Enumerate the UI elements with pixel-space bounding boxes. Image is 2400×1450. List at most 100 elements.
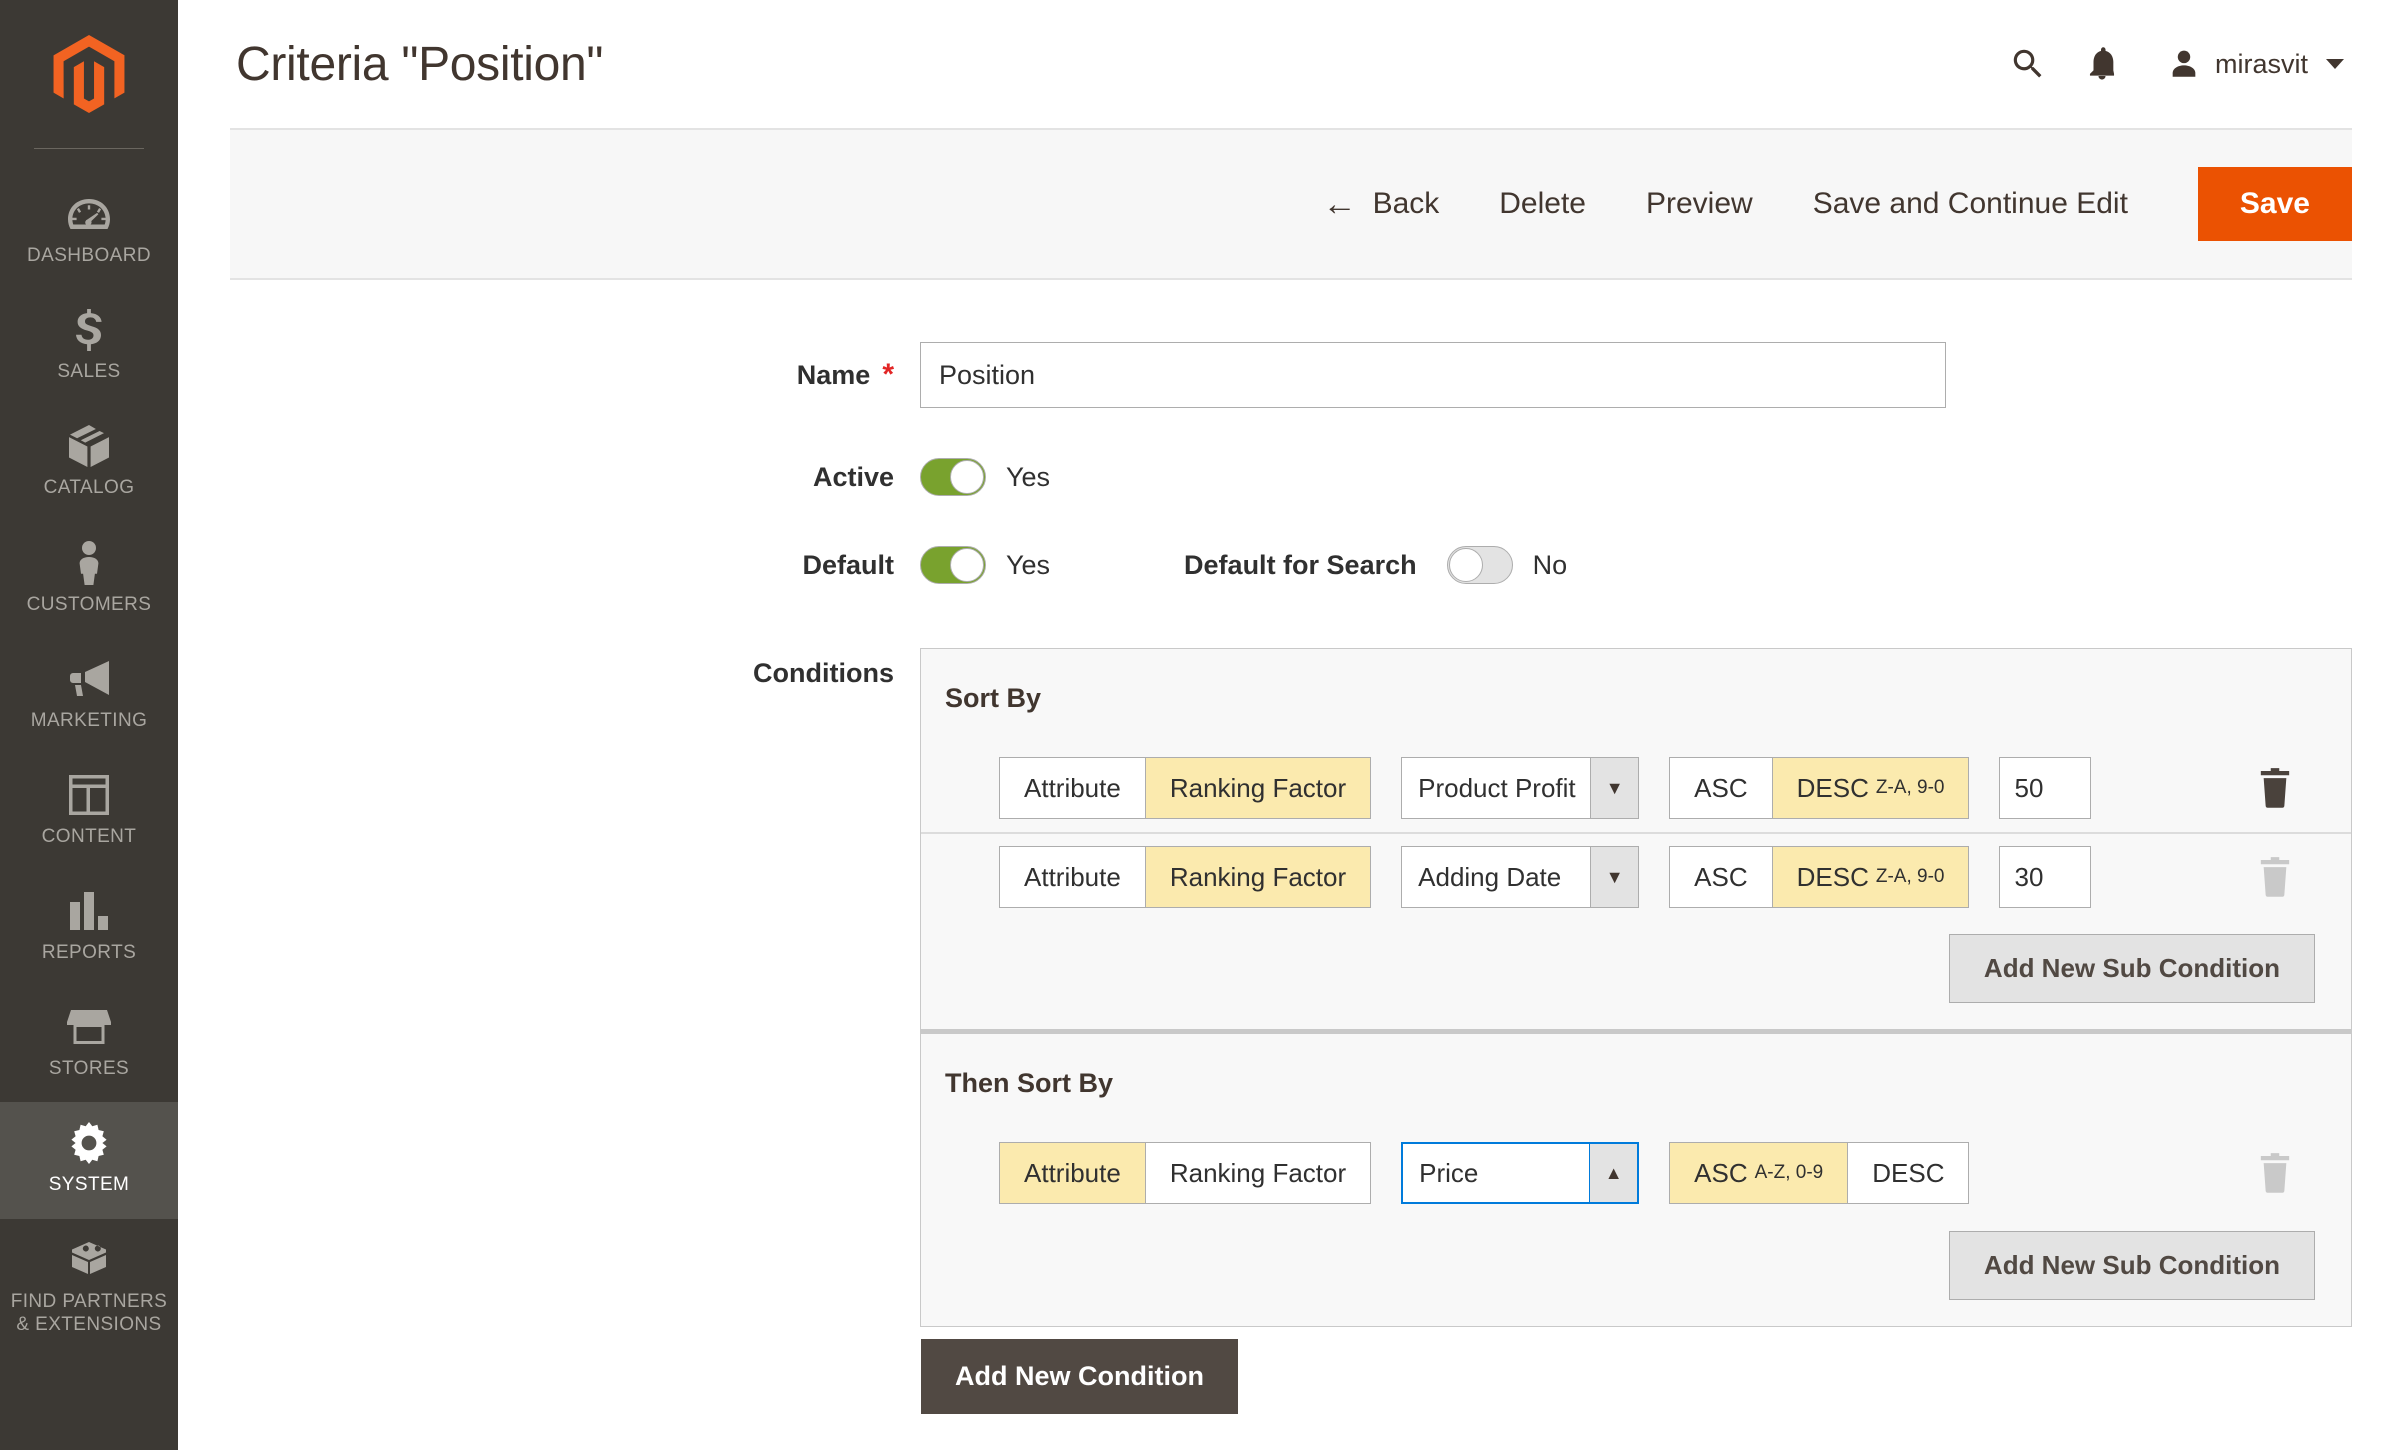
- default-field-label: Default: [178, 550, 920, 581]
- sidebar-item-stores[interactable]: STORES: [0, 986, 178, 1102]
- sidebar-divider: [34, 148, 144, 149]
- add-new-condition-button[interactable]: Add New Condition: [921, 1339, 1238, 1414]
- active-field-row: Active Yes: [178, 458, 2352, 496]
- condition-section-then-sort-by: Then Sort By Attribute Ranking Factor Pr…: [921, 1029, 2351, 1326]
- field-select-value: Product Profit: [1402, 758, 1590, 818]
- direction-option-desc-hint: Z-A, 9-0: [1876, 777, 1945, 799]
- direction-option-asc-hint: A-Z, 0-9: [1755, 1162, 1824, 1184]
- mode-option-ranking-factor[interactable]: Ranking Factor: [1145, 758, 1370, 818]
- sidebar-item-label: CONTENT: [42, 825, 137, 848]
- mode-option-attribute[interactable]: Attribute: [1000, 847, 1145, 907]
- direction-option-asc[interactable]: ASC A-Z, 0-9: [1670, 1143, 1847, 1203]
- sidebar-item-customers[interactable]: CUSTOMERS: [0, 522, 178, 638]
- default-for-search-state: No: [1533, 550, 1568, 581]
- name-field-row: Name *: [178, 342, 2352, 408]
- active-toggle[interactable]: [920, 458, 986, 496]
- condition-row: Attribute Ranking Factor Adding Date ▼ A…: [921, 832, 2351, 920]
- field-select[interactable]: Product Profit ▼: [1401, 757, 1639, 819]
- direction-option-asc[interactable]: ASC: [1670, 847, 1771, 907]
- magento-logo-icon: [52, 35, 126, 113]
- sidebar-item-marketing[interactable]: MARKETING: [0, 638, 178, 754]
- field-select[interactable]: Price ▲: [1401, 1142, 1639, 1204]
- criteria-form: Name * Active Yes Default Yes: [178, 280, 2400, 1327]
- sidebar-item-sales[interactable]: SALES: [0, 289, 178, 405]
- sidebar-item-find-partners-extensions[interactable]: FIND PARTNERS & EXTENSIONS: [0, 1219, 178, 1358]
- toggle-knob: [950, 460, 984, 494]
- trash-icon: [2255, 854, 2295, 900]
- direction-option-desc[interactable]: DESC Z-A, 9-0: [1772, 758, 1969, 818]
- weight-input[interactable]: [1999, 846, 2091, 908]
- toggle-knob: [950, 548, 984, 582]
- sidebar-item-label: DASHBOARD: [27, 244, 151, 267]
- default-field-row: Default Yes Default for Search No: [178, 546, 2352, 584]
- sidebar-item-label-line1: FIND PARTNERS: [11, 1291, 168, 1312]
- sidebar-item-label: FIND PARTNERS & EXTENSIONS: [11, 1290, 168, 1336]
- back-button[interactable]: ← Back: [1293, 187, 1470, 221]
- chevron-up-icon: ▲: [1589, 1144, 1637, 1202]
- save-and-continue-edit-button[interactable]: Save and Continue Edit: [1783, 187, 2158, 221]
- direction-option-asc-label: ASC: [1694, 1158, 1747, 1189]
- conditions-row: Conditions Sort By Attribute Ranking Fac…: [178, 648, 2352, 1327]
- default-toggle-state: Yes: [1006, 550, 1050, 581]
- save-button[interactable]: Save: [2198, 167, 2352, 241]
- name-input[interactable]: [920, 342, 1946, 408]
- bell-icon[interactable]: [2065, 27, 2139, 101]
- chevron-down-icon: ▼: [1590, 758, 1638, 818]
- mode-segmented-control: Attribute Ranking Factor: [999, 1142, 1371, 1204]
- add-new-sub-condition-button[interactable]: Add New Sub Condition: [1949, 934, 2315, 1003]
- required-marker: *: [882, 360, 894, 390]
- toggle-knob: [1449, 548, 1483, 582]
- person-icon: [76, 542, 102, 584]
- default-for-search-toggle[interactable]: [1447, 546, 1513, 584]
- default-for-search-label: Default for Search: [1184, 550, 1417, 581]
- sidebar-item-label: SALES: [57, 360, 120, 383]
- action-toolbar: ← Back Delete Preview Save and Continue …: [230, 128, 2352, 280]
- direction-option-asc[interactable]: ASC: [1670, 758, 1771, 818]
- save-and-continue-edit-label: Save and Continue Edit: [1813, 187, 2128, 221]
- conditions-panel: Sort By Attribute Ranking Factor Product…: [920, 648, 2352, 1327]
- back-button-label: Back: [1373, 187, 1440, 221]
- mode-segmented-control: Attribute Ranking Factor: [999, 757, 1371, 819]
- sidebar-item-system[interactable]: SYSTEM: [0, 1102, 178, 1218]
- section-title: Then Sort By: [921, 1062, 2351, 1099]
- user-name: mirasvit: [2215, 49, 2308, 80]
- main-content: Criteria "Position" mirasvit: [178, 0, 2400, 1450]
- sidebar-item-catalog[interactable]: CATALOG: [0, 405, 178, 521]
- sidebar-item-reports[interactable]: REPORTS: [0, 870, 178, 986]
- direction-option-desc-hint: Z-A, 9-0: [1876, 866, 1945, 888]
- weight-input[interactable]: [1999, 757, 2091, 819]
- sidebar-item-label: STORES: [49, 1057, 129, 1080]
- condition-section-sort-by: Sort By Attribute Ranking Factor Product…: [921, 649, 2351, 1029]
- user-menu[interactable]: mirasvit: [2163, 41, 2348, 87]
- default-for-search-toggle-group: No: [1447, 546, 1568, 584]
- sidebar-item-dashboard[interactable]: DASHBOARD: [0, 173, 178, 289]
- mode-option-attribute[interactable]: Attribute: [1000, 1143, 1145, 1203]
- field-select-value: Price: [1403, 1144, 1589, 1202]
- add-new-sub-condition-button[interactable]: Add New Sub Condition: [1949, 1231, 2315, 1300]
- direction-option-desc[interactable]: DESC: [1847, 1143, 1968, 1203]
- magento-logo[interactable]: [0, 0, 178, 148]
- header-actions: mirasvit: [1991, 27, 2348, 101]
- delete-button[interactable]: Delete: [1469, 187, 1616, 221]
- dollar-icon: [76, 309, 102, 351]
- field-select[interactable]: Adding Date ▼: [1401, 846, 1639, 908]
- mode-option-attribute[interactable]: Attribute: [1000, 758, 1145, 818]
- main-sidebar: DASHBOARD SALES CATALOG CUSTOMERS MARKET: [0, 0, 178, 1450]
- trash-icon: [2255, 1150, 2295, 1196]
- add-sub-condition-wrap: Add New Sub Condition: [921, 1217, 2351, 1326]
- search-icon[interactable]: [1991, 27, 2065, 101]
- direction-segmented-control: ASC DESC Z-A, 9-0: [1669, 757, 1969, 819]
- preview-button[interactable]: Preview: [1616, 187, 1783, 221]
- mode-option-ranking-factor[interactable]: Ranking Factor: [1145, 847, 1370, 907]
- layout-icon: [69, 774, 109, 816]
- sidebar-item-label: SYSTEM: [49, 1173, 130, 1196]
- trash-icon[interactable]: [2255, 765, 2295, 811]
- page-header: Criteria "Position" mirasvit: [178, 0, 2400, 128]
- sidebar-item-content[interactable]: CONTENT: [0, 754, 178, 870]
- field-select-value: Adding Date: [1402, 847, 1590, 907]
- direction-segmented-control: ASC DESC Z-A, 9-0: [1669, 846, 1969, 908]
- default-toggle[interactable]: [920, 546, 986, 584]
- mode-option-ranking-factor[interactable]: Ranking Factor: [1145, 1143, 1370, 1203]
- direction-option-desc[interactable]: DESC Z-A, 9-0: [1772, 847, 1969, 907]
- delete-button-label: Delete: [1499, 187, 1586, 221]
